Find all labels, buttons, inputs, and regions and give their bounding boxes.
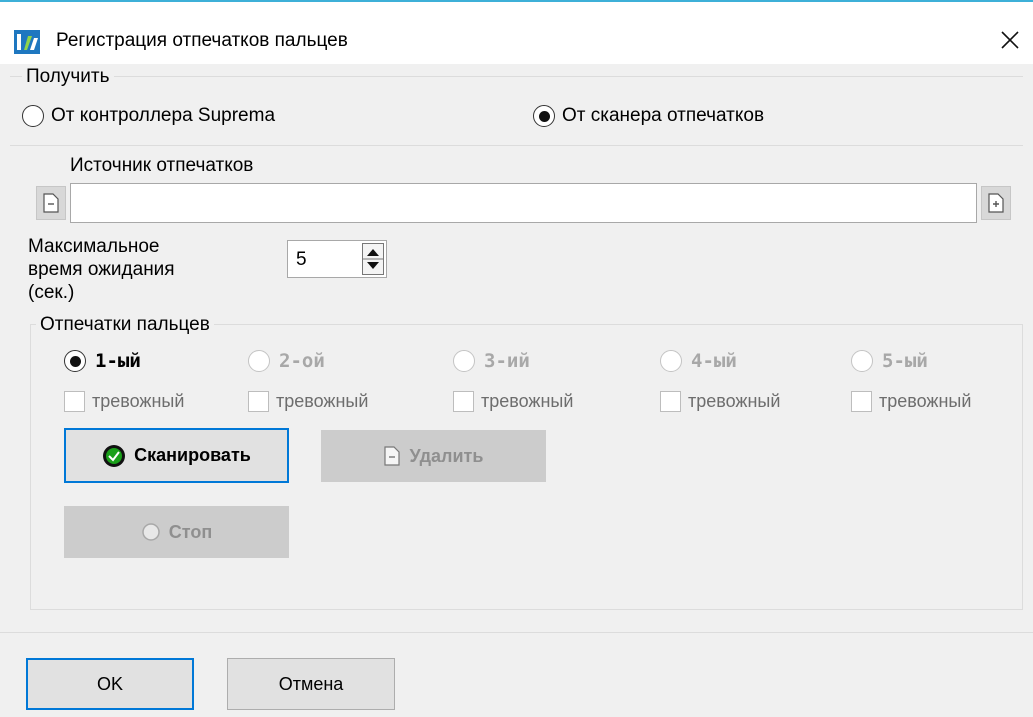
receive-group-label: Получить: [22, 66, 114, 88]
alarm-checkbox-4[interactable]: [660, 391, 681, 412]
footer-divider: [0, 632, 1033, 633]
timeout-spin-buttons[interactable]: [362, 243, 384, 275]
finger-radio-1[interactable]: [64, 350, 86, 372]
stop-icon: [142, 523, 160, 541]
stop-button-label: Стоп: [168, 521, 213, 542]
radio-controller-label[interactable]: От контроллера Suprema: [51, 105, 275, 127]
radio-scanner[interactable]: [533, 105, 555, 127]
source-label: Источник отпечатков: [70, 155, 254, 176]
alarm-label-5[interactable]: тревожный: [879, 391, 971, 412]
finger-radio-4[interactable]: [660, 350, 682, 372]
alarm-checkbox-3[interactable]: [453, 391, 474, 412]
timeout-label-line3: (сек.): [28, 282, 75, 303]
delete-button-label: Удалить: [409, 445, 484, 466]
timeout-value: 5: [296, 249, 307, 270]
app-logo-icon: [14, 30, 40, 54]
alarm-label-1[interactable]: тревожный: [92, 391, 184, 412]
stop-button[interactable]: Стоп: [64, 506, 289, 558]
timeout-label-line1: Максимальное: [28, 236, 160, 257]
finger-label-3[interactable]: 3-ий: [484, 350, 530, 372]
alarm-checkbox-5[interactable]: [851, 391, 872, 412]
ok-button-label: OK: [96, 673, 123, 694]
source-input[interactable]: [70, 183, 977, 223]
alarm-checkbox-1[interactable]: [64, 391, 85, 412]
delete-button[interactable]: Удалить: [321, 430, 546, 482]
close-icon: [1001, 31, 1019, 49]
divider: [10, 145, 1023, 146]
finger-label-4[interactable]: 4-ый: [691, 350, 737, 372]
scan-button-label: Сканировать: [134, 445, 251, 465]
cancel-button[interactable]: Отмена: [227, 658, 395, 710]
alarm-label-3[interactable]: тревожный: [481, 391, 573, 412]
alarm-checkbox-2[interactable]: [248, 391, 269, 412]
radio-controller[interactable]: [22, 105, 44, 127]
finger-radio-2[interactable]: [248, 350, 270, 372]
alarm-label-4[interactable]: тревожный: [688, 391, 780, 412]
document-minus-icon: [43, 193, 59, 213]
radio-scanner-label[interactable]: От сканера отпечатков: [562, 105, 764, 127]
finger-radio-3[interactable]: [453, 350, 475, 372]
finger-label-1[interactable]: 1-ый: [95, 350, 141, 372]
spin-arrows-icon: [363, 249, 383, 269]
window-title: Регистрация отпечатков пальцев: [56, 30, 348, 51]
source-add-button[interactable]: [981, 186, 1011, 220]
scan-button[interactable]: Сканировать: [64, 428, 289, 483]
finger-label-2[interactable]: 2-ой: [279, 350, 325, 372]
cancel-button-label: Отмена: [278, 673, 344, 694]
source-remove-button[interactable]: [36, 186, 66, 220]
finger-radio-5[interactable]: [851, 350, 873, 372]
timeout-label-line2: время ожидания: [28, 259, 175, 280]
finger-label-5[interactable]: 5-ый: [882, 350, 928, 372]
alarm-label-2[interactable]: тревожный: [276, 391, 368, 412]
document-minus-icon: [383, 446, 400, 466]
fingerprints-group-label: Отпечатки пальцев: [36, 314, 214, 336]
scan-icon: [103, 444, 126, 467]
document-plus-icon: [988, 193, 1004, 213]
timeout-spinbox[interactable]: 5: [287, 240, 387, 278]
close-button[interactable]: [990, 22, 1030, 58]
ok-button[interactable]: OK: [26, 658, 194, 710]
